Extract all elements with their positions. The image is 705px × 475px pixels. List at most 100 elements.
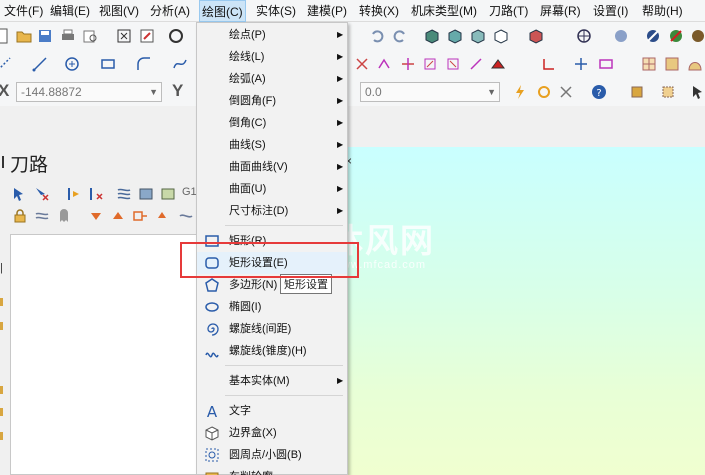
side-tab-marker[interactable] (0, 386, 3, 394)
menu-file[interactable]: 文件(F) (2, 0, 45, 22)
menu-item-point[interactable]: 绘点(P) ▶ (197, 24, 347, 46)
menu-item-curve[interactable]: 曲线(S) ▶ (197, 134, 347, 156)
zoom-window-icon[interactable] (168, 28, 184, 44)
menu-item-primitives[interactable]: 基本实体(M) ▶ (197, 370, 347, 392)
z-coord-input[interactable]: 0.0 ▼ (360, 82, 500, 102)
menu-help[interactable]: 帮助(H) (640, 0, 685, 22)
transform-icon[interactable] (573, 56, 589, 72)
side-tab-marker[interactable] (0, 432, 3, 440)
toggle-display-icon[interactable] (34, 208, 50, 224)
split-icon[interactable] (490, 56, 506, 72)
shading-icon[interactable] (613, 28, 629, 44)
side-tab-marker[interactable] (0, 298, 3, 306)
globe-icon[interactable] (576, 28, 592, 44)
surface-revolve-icon[interactable] (687, 56, 703, 72)
join-icon[interactable] (400, 56, 416, 72)
toggle-single-icon[interactable] (178, 208, 194, 224)
menu-analyze[interactable]: 分析(A) (148, 0, 192, 22)
rectangle-tool-icon[interactable] (100, 56, 116, 72)
open-folder-icon[interactable] (16, 28, 32, 44)
menu-item-helix[interactable]: 螺旋线(锥度)(H) (197, 340, 347, 362)
menu-edit[interactable]: 编辑(E) (48, 0, 92, 22)
side-tab-marker[interactable]: | (0, 262, 3, 274)
select-solid-icon[interactable] (629, 84, 645, 100)
g1-post-icon[interactable]: G1 (182, 186, 197, 198)
surface-patch-icon[interactable] (664, 56, 680, 72)
select-all-ops-icon[interactable] (12, 186, 28, 202)
menu-item-bolt-circle[interactable]: 圆周点/小圆(B) (197, 444, 347, 466)
close-arc-icon[interactable] (468, 56, 484, 72)
menu-machine-type[interactable]: 机床类型(M) (409, 0, 479, 22)
edit-icon[interactable] (139, 28, 155, 44)
view-right-icon[interactable] (493, 28, 509, 44)
undo-icon[interactable] (369, 28, 385, 44)
menu-toolpaths[interactable]: 刀路(T) (487, 0, 530, 22)
menu-screen[interactable]: 屏幕(R) (538, 0, 583, 22)
lightning-icon[interactable] (512, 84, 528, 100)
help-icon[interactable]: ? (591, 84, 607, 100)
menu-draw[interactable]: 绘图(C) (199, 0, 246, 22)
menu-item-rectangle-settings[interactable]: 矩形设置(E) (197, 252, 347, 274)
select-box-icon[interactable] (660, 84, 676, 100)
circle-icon[interactable] (64, 56, 80, 72)
view-options-icon[interactable] (528, 28, 544, 44)
lock-icon[interactable] (12, 208, 28, 224)
menu-item-fillet[interactable]: 倒圆角(F) ▶ (197, 90, 347, 112)
fillet-tool-icon[interactable] (136, 56, 152, 72)
menu-item-surface[interactable]: 曲面(U) ▶ (197, 178, 347, 200)
print-preview-icon[interactable] (82, 28, 98, 44)
menu-solids[interactable]: 实体(S) (254, 0, 298, 22)
surface-grid-icon[interactable] (641, 56, 657, 72)
menu-item-rectangle[interactable]: 矩形(R) (197, 230, 347, 252)
insert-arrow-icon[interactable] (132, 208, 148, 224)
break-icon[interactable] (377, 56, 393, 72)
deselect-ops-icon[interactable] (34, 186, 50, 202)
menu-model[interactable]: 建模(P) (305, 0, 349, 22)
graphics-viewport[interactable] (348, 147, 705, 475)
wireframe-sphere-icon[interactable] (645, 28, 661, 44)
menu-item-text[interactable]: A 文字 (197, 400, 347, 422)
backplot-icon[interactable] (116, 186, 132, 202)
new-file-icon[interactable] (0, 28, 10, 44)
regenerate-all-icon[interactable] (66, 186, 82, 202)
menu-transform[interactable]: 转换(X) (357, 0, 401, 22)
point-icon[interactable] (0, 56, 12, 72)
menu-settings[interactable]: 设置(I) (591, 0, 630, 22)
side-tab-marker[interactable] (0, 322, 3, 330)
select-cursor-icon[interactable] (690, 84, 705, 100)
x-coord-input[interactable]: -144.88872 ▼ (16, 82, 162, 102)
menu-item-surface-curve[interactable]: 曲面曲线(V) ▶ (197, 156, 347, 178)
menu-item-dimension[interactable]: 尺寸标注(D) ▶ (197, 200, 347, 222)
save-icon[interactable] (37, 28, 53, 44)
menu-item-arc[interactable]: 绘弧(A) ▶ (197, 68, 347, 90)
side-tab-marker[interactable] (0, 408, 3, 416)
move-down-icon[interactable] (88, 208, 104, 224)
menu-item-bounding-box[interactable]: 边界盒(X) (197, 422, 347, 444)
simulate-icon[interactable] (160, 186, 176, 202)
panel-pin-icon[interactable] (0, 154, 16, 170)
mirror-icon[interactable] (598, 56, 614, 72)
menu-item-line[interactable]: 绘线(L) ▶ (197, 46, 347, 68)
chevron-down-icon[interactable]: ▼ (487, 85, 496, 99)
toolpath-tree[interactable] (10, 234, 200, 475)
snap-cross-icon[interactable] (558, 84, 574, 100)
render-sphere-icon[interactable] (668, 28, 684, 44)
line-icon[interactable] (32, 56, 48, 72)
redo-icon[interactable] (392, 28, 408, 44)
texture-icon[interactable] (690, 28, 705, 44)
scroll-to-insert-icon[interactable] (154, 208, 170, 224)
view-front-icon[interactable] (470, 28, 486, 44)
modify-length-icon[interactable] (422, 56, 438, 72)
chevron-down-icon[interactable]: ▼ (149, 85, 158, 99)
print-icon[interactable] (60, 28, 76, 44)
view-iso-icon[interactable] (424, 28, 440, 44)
move-up-icon[interactable] (110, 208, 126, 224)
view-top-icon[interactable] (447, 28, 463, 44)
menu-item-turn-profile[interactable]: 车削轮廓 (197, 466, 347, 475)
project-icon[interactable] (541, 56, 557, 72)
menu-item-chamfer[interactable]: 倒角(C) ▶ (197, 112, 347, 134)
spline-tool-icon[interactable] (172, 56, 188, 72)
toggle-posting-icon[interactable] (56, 208, 72, 224)
fit-screen-icon[interactable] (116, 28, 132, 44)
menu-item-spiral[interactable]: 螺旋线(间距) (197, 318, 347, 340)
